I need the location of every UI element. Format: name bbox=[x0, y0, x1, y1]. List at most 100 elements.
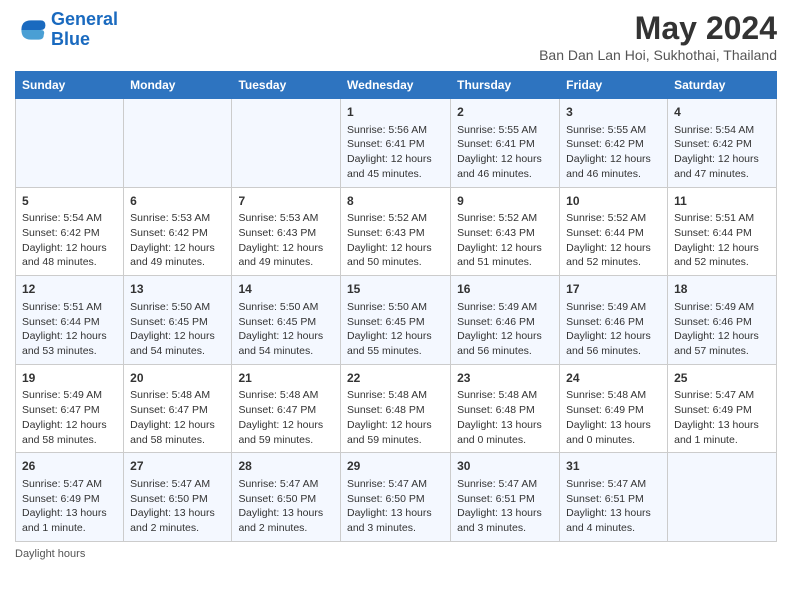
calendar-cell: 28 Sunrise: 5:47 AM Sunset: 6:50 PM Dayli… bbox=[232, 453, 341, 542]
page-header: General Blue May 2024 Ban Dan Lan Hoi, S… bbox=[15, 10, 777, 63]
day-info: Sunrise: 5:49 AM Sunset: 6:46 PM Dayligh… bbox=[457, 300, 553, 359]
day-number: 20 bbox=[130, 370, 225, 387]
calendar-cell: 31 Sunrise: 5:47 AM Sunset: 6:51 PM Dayli… bbox=[560, 453, 668, 542]
footer: Daylight hours bbox=[15, 548, 777, 560]
day-number: 3 bbox=[566, 104, 661, 121]
day-number: 16 bbox=[457, 281, 553, 298]
day-number: 30 bbox=[457, 458, 553, 475]
calendar-cell bbox=[124, 99, 232, 188]
day-info: Sunrise: 5:48 AM Sunset: 6:48 PM Dayligh… bbox=[457, 388, 553, 447]
calendar-cell: 18 Sunrise: 5:49 AM Sunset: 6:46 PM Dayli… bbox=[668, 276, 777, 365]
calendar-cell: 3 Sunrise: 5:55 AM Sunset: 6:42 PM Daylig… bbox=[560, 99, 668, 188]
day-number: 28 bbox=[238, 458, 334, 475]
calendar-cell: 24Sunrise: 5:48 AM Sunset: 6:49 PM Dayli… bbox=[560, 364, 668, 453]
calendar-cell: 23Sunrise: 5:48 AM Sunset: 6:48 PM Dayli… bbox=[451, 364, 560, 453]
day-number: 27 bbox=[130, 458, 225, 475]
day-info: Sunrise: 5:52 AM Sunset: 6:43 PM Dayligh… bbox=[347, 211, 444, 270]
day-info: Sunrise: 5:48 AM Sunset: 6:48 PM Dayligh… bbox=[347, 388, 444, 447]
calendar-cell: 5Sunrise: 5:54 AM Sunset: 6:42 PM Daylig… bbox=[16, 187, 124, 276]
calendar-cell: 11Sunrise: 5:51 AM Sunset: 6:44 PM Dayli… bbox=[668, 187, 777, 276]
main-title: May 2024 bbox=[539, 10, 777, 47]
title-block: May 2024 Ban Dan Lan Hoi, Sukhothai, Tha… bbox=[539, 10, 777, 63]
calendar-cell: 6Sunrise: 5:53 AM Sunset: 6:42 PM Daylig… bbox=[124, 187, 232, 276]
calendar-cell bbox=[668, 453, 777, 542]
subtitle: Ban Dan Lan Hoi, Sukhothai, Thailand bbox=[539, 47, 777, 63]
calendar-cell: 13Sunrise: 5:50 AM Sunset: 6:45 PM Dayli… bbox=[124, 276, 232, 365]
day-number: 6 bbox=[130, 193, 225, 210]
day-info: Sunrise: 5:47 AM Sunset: 6:51 PM Dayligh… bbox=[566, 477, 661, 536]
day-info: Sunrise: 5:47 AM Sunset: 6:50 PM Dayligh… bbox=[238, 477, 334, 536]
day-number: 15 bbox=[347, 281, 444, 298]
calendar-cell: 20Sunrise: 5:48 AM Sunset: 6:47 PM Dayli… bbox=[124, 364, 232, 453]
calendar-cell: 1 Sunrise: 5:56 AM Sunset: 6:41 PM Daylig… bbox=[340, 99, 450, 188]
day-number: 19 bbox=[22, 370, 117, 387]
day-info: Sunrise: 5:52 AM Sunset: 6:44 PM Dayligh… bbox=[566, 211, 661, 270]
day-info: Sunrise: 5:50 AM Sunset: 6:45 PM Dayligh… bbox=[238, 300, 334, 359]
day-number: 2 bbox=[457, 104, 553, 121]
day-number: 1 bbox=[347, 104, 444, 121]
calendar-cell bbox=[16, 99, 124, 188]
day-number: 10 bbox=[566, 193, 661, 210]
week-row-3: 12Sunrise: 5:51 AM Sunset: 6:44 PM Dayli… bbox=[16, 276, 777, 365]
day-number: 26 bbox=[22, 458, 117, 475]
day-number: 22 bbox=[347, 370, 444, 387]
day-number: 31 bbox=[566, 458, 661, 475]
day-info: Sunrise: 5:49 AM Sunset: 6:46 PM Dayligh… bbox=[674, 300, 770, 359]
calendar-cell: 10Sunrise: 5:52 AM Sunset: 6:44 PM Dayli… bbox=[560, 187, 668, 276]
day-info: Sunrise: 5:55 AM Sunset: 6:41 PM Dayligh… bbox=[457, 123, 553, 182]
day-number: 7 bbox=[238, 193, 334, 210]
day-number: 23 bbox=[457, 370, 553, 387]
calendar-cell: 26 Sunrise: 5:47 AM Sunset: 6:49 PM Dayli… bbox=[16, 453, 124, 542]
day-info: Sunrise: 5:53 AM Sunset: 6:43 PM Dayligh… bbox=[238, 211, 334, 270]
calendar-cell: 29Sunrise: 5:47 AM Sunset: 6:50 PM Dayli… bbox=[340, 453, 450, 542]
day-info: Sunrise: 5:47 AM Sunset: 6:49 PM Dayligh… bbox=[22, 477, 117, 536]
day-info: Sunrise: 5:55 AM Sunset: 6:42 PM Dayligh… bbox=[566, 123, 661, 182]
day-number: 4 bbox=[674, 104, 770, 121]
day-number: 5 bbox=[22, 193, 117, 210]
day-info: Sunrise: 5:56 AM Sunset: 6:41 PM Dayligh… bbox=[347, 123, 444, 182]
week-row-5: 26 Sunrise: 5:47 AM Sunset: 6:49 PM Dayli… bbox=[16, 453, 777, 542]
day-info: Sunrise: 5:53 AM Sunset: 6:42 PM Dayligh… bbox=[130, 211, 225, 270]
day-info: Sunrise: 5:49 AM Sunset: 6:47 PM Dayligh… bbox=[22, 388, 117, 447]
header-row: SundayMondayTuesdayWednesdayThursdayFrid… bbox=[16, 72, 777, 99]
calendar-cell: 15 Sunrise: 5:50 AM Sunset: 6:45 PM Dayli… bbox=[340, 276, 450, 365]
day-number: 18 bbox=[674, 281, 770, 298]
day-info: Sunrise: 5:51 AM Sunset: 6:44 PM Dayligh… bbox=[22, 300, 117, 359]
calendar-cell: 19Sunrise: 5:49 AM Sunset: 6:47 PM Dayli… bbox=[16, 364, 124, 453]
day-number: 24 bbox=[566, 370, 661, 387]
day-number: 11 bbox=[674, 193, 770, 210]
calendar-cell: 30 Sunrise: 5:47 AM Sunset: 6:51 PM Dayli… bbox=[451, 453, 560, 542]
week-row-2: 5Sunrise: 5:54 AM Sunset: 6:42 PM Daylig… bbox=[16, 187, 777, 276]
calendar-cell bbox=[232, 99, 341, 188]
day-header-friday: Friday bbox=[560, 72, 668, 99]
day-header-thursday: Thursday bbox=[451, 72, 560, 99]
day-number: 9 bbox=[457, 193, 553, 210]
day-info: Sunrise: 5:51 AM Sunset: 6:44 PM Dayligh… bbox=[674, 211, 770, 270]
calendar-cell: 21Sunrise: 5:48 AM Sunset: 6:47 PM Dayli… bbox=[232, 364, 341, 453]
day-info: Sunrise: 5:49 AM Sunset: 6:46 PM Dayligh… bbox=[566, 300, 661, 359]
calendar-cell: 4Sunrise: 5:54 AM Sunset: 6:42 PM Daylig… bbox=[668, 99, 777, 188]
day-info: Sunrise: 5:48 AM Sunset: 6:49 PM Dayligh… bbox=[566, 388, 661, 447]
day-number: 8 bbox=[347, 193, 444, 210]
day-number: 14 bbox=[238, 281, 334, 298]
day-header-tuesday: Tuesday bbox=[232, 72, 341, 99]
day-info: Sunrise: 5:54 AM Sunset: 6:42 PM Dayligh… bbox=[22, 211, 117, 270]
day-info: Sunrise: 5:47 AM Sunset: 6:51 PM Dayligh… bbox=[457, 477, 553, 536]
logo-icon bbox=[15, 14, 47, 46]
logo: General Blue bbox=[15, 10, 118, 50]
calendar-cell: 25Sunrise: 5:47 AM Sunset: 6:49 PM Dayli… bbox=[668, 364, 777, 453]
day-header-wednesday: Wednesday bbox=[340, 72, 450, 99]
calendar-cell: 8Sunrise: 5:52 AM Sunset: 6:43 PM Daylig… bbox=[340, 187, 450, 276]
calendar-cell: 22Sunrise: 5:48 AM Sunset: 6:48 PM Dayli… bbox=[340, 364, 450, 453]
calendar-cell: 2 Sunrise: 5:55 AM Sunset: 6:41 PM Daylig… bbox=[451, 99, 560, 188]
calendar-cell: 14 Sunrise: 5:50 AM Sunset: 6:45 PM Dayli… bbox=[232, 276, 341, 365]
day-info: Sunrise: 5:48 AM Sunset: 6:47 PM Dayligh… bbox=[130, 388, 225, 447]
day-info: Sunrise: 5:50 AM Sunset: 6:45 PM Dayligh… bbox=[347, 300, 444, 359]
day-info: Sunrise: 5:47 AM Sunset: 6:50 PM Dayligh… bbox=[347, 477, 444, 536]
week-row-1: 1 Sunrise: 5:56 AM Sunset: 6:41 PM Daylig… bbox=[16, 99, 777, 188]
day-number: 13 bbox=[130, 281, 225, 298]
calendar-cell: 27Sunrise: 5:47 AM Sunset: 6:50 PM Dayli… bbox=[124, 453, 232, 542]
day-header-saturday: Saturday bbox=[668, 72, 777, 99]
day-number: 17 bbox=[566, 281, 661, 298]
day-header-sunday: Sunday bbox=[16, 72, 124, 99]
